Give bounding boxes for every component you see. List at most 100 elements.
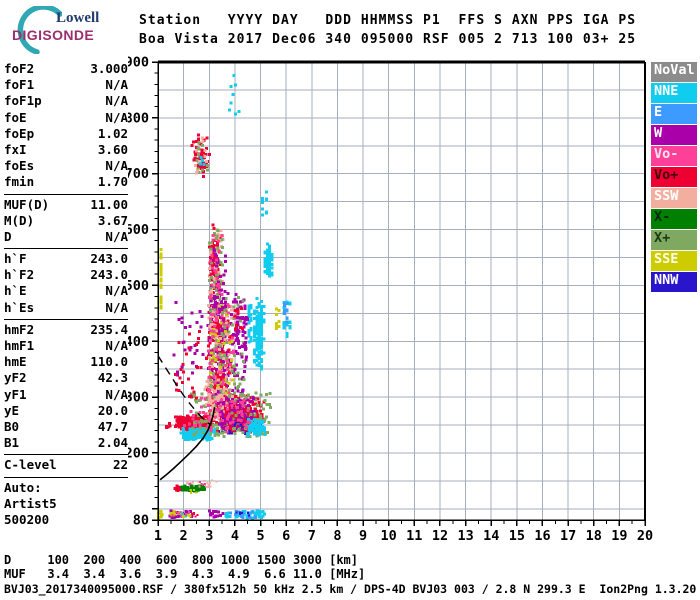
param-value: N/A [105, 338, 128, 353]
param-label: MUF(D) [4, 196, 50, 212]
param-value: N/A [105, 77, 128, 93]
param-row-foep: foEp 1.02 [4, 126, 128, 142]
param-label: B1 [4, 435, 20, 451]
param-label: h`F2 [4, 267, 35, 283]
param-row-b1: B1 2.04 [4, 435, 128, 451]
svg-text:4: 4 [231, 528, 239, 544]
distance-row: D 100 200 400 600 800 1000 1500 3000 [km… [4, 553, 359, 567]
param-value: 47.7 [97, 418, 128, 434]
param-row-md: M(D) 3.67 [4, 213, 128, 229]
svg-text:5: 5 [256, 528, 264, 544]
svg-text:16: 16 [534, 528, 550, 544]
param-value: 3.67 [97, 212, 128, 228]
param-value: N/A [105, 109, 128, 125]
param-value: 1.70 [97, 174, 128, 190]
svg-text:700: 700 [128, 166, 149, 182]
param-label: yE [4, 402, 20, 418]
param-label: h`Es [4, 299, 35, 315]
svg-text:10: 10 [381, 528, 397, 544]
param-row-fxi: fxI 3.60 [4, 142, 128, 158]
param-value: 243.0 [90, 267, 128, 283]
param-label: yF2 [4, 370, 27, 386]
param-group: foF2 3.000 foF1 N/A foF1p N/A foE N/A foEp 1.02 fx… [4, 59, 128, 195]
param-label: h`F [4, 251, 27, 267]
legend-item-nnw: NNW [651, 272, 697, 292]
legend-item-x: X+ [651, 230, 697, 250]
param-value: 22 [112, 457, 128, 473]
param-value: N/A [105, 283, 128, 299]
lowell-digisonde-logo: Lowell DIGISONDE [8, 4, 133, 54]
plot-axes [152, 60, 646, 526]
file-info-row: BVJ03_2017340095000.RSF / 380fx512h 50 k… [4, 582, 697, 596]
param-row-mufd: MUF(D) 11.00 [4, 197, 128, 213]
param-value: 1.02 [97, 125, 128, 141]
svg-text:18: 18 [586, 528, 602, 544]
grid-lines [157, 62, 646, 520]
logo-digisonde-text: DIGISONDE [12, 27, 95, 43]
svg-text:400: 400 [128, 334, 149, 350]
param-label: Auto: [4, 479, 42, 495]
axis-tick-labels: 900800700600500400300200801 2 3 4 5 6 7 8 9 10 11 1… [128, 55, 653, 545]
param-row-fof1p: foF1p N/A [4, 93, 128, 109]
param-label: B0 [4, 418, 20, 434]
param-row-clevel: C-level 22 [4, 457, 128, 473]
svg-text:500: 500 [128, 278, 149, 294]
svg-text:300: 300 [128, 390, 149, 406]
param-group: h`F 243.0 h`F2 243.0 h`E N/A h`Es N/A [4, 249, 128, 320]
param-label: C-level [4, 457, 57, 473]
legend-item-nne: NNE [651, 83, 697, 103]
svg-text:8: 8 [333, 528, 341, 544]
param-row-hf2: h`F2 243.0 [4, 267, 128, 283]
doppler-direction-legend: NoVal NNE E W Vo- Vo+ SSW X- X+ SSE NNW [651, 62, 697, 293]
param-row-yf1: yF1 N/A [4, 387, 128, 403]
param-group: Auto: Artist5 500200 [4, 478, 128, 532]
svg-text:6: 6 [282, 528, 290, 544]
param-label: Artist5 [4, 495, 57, 511]
param-row-500200: 500200 [4, 512, 128, 528]
svg-text:9: 9 [359, 528, 367, 544]
param-label: foF1 [4, 77, 35, 93]
legend-item-w: W [651, 125, 697, 145]
param-label: yF1 [4, 386, 27, 402]
svg-text:1: 1 [154, 528, 162, 544]
param-value: 11.00 [90, 196, 128, 212]
svg-text:15: 15 [509, 528, 525, 544]
svg-text:19: 19 [611, 528, 627, 544]
param-row-hmf2: hmF2 235.4 [4, 322, 128, 338]
param-value: 42.3 [97, 370, 128, 386]
param-value: N/A [105, 299, 128, 315]
param-value: 2.04 [97, 435, 128, 451]
legend-item-noval: NoVal [651, 62, 697, 82]
svg-text:900: 900 [128, 55, 149, 71]
legend-item-x: X- [651, 209, 697, 229]
svg-text:13: 13 [457, 528, 473, 544]
param-label: foEs [4, 158, 35, 174]
param-row-foes: foEs N/A [4, 158, 128, 174]
legend-item-vo: Vo- [651, 146, 697, 166]
legend-item-ssw: SSW [651, 188, 697, 208]
param-label: foEp [4, 125, 35, 141]
param-value: 3.60 [97, 141, 128, 157]
param-value: 20.0 [97, 402, 128, 418]
param-label: foF1p [4, 93, 42, 109]
muf-row: MUF 3.4 3.4 3.6 3.9 4.3 4.9 6.6 11.0 [MH… [4, 567, 366, 581]
svg-text:11: 11 [406, 528, 422, 544]
param-row-foe: foE N/A [4, 110, 128, 126]
ionogram-viewer: Lowell DIGISONDE Station YYYY DAY DDD HH… [0, 0, 700, 600]
param-label: D [4, 228, 12, 244]
svg-text:200: 200 [128, 445, 149, 461]
svg-text:20: 20 [637, 528, 653, 544]
svg-text:80: 80 [133, 513, 149, 529]
param-row-artist5: Artist5 [4, 496, 128, 512]
param-value: N/A [105, 228, 128, 244]
param-label: fmin [4, 174, 35, 190]
svg-text:600: 600 [128, 222, 149, 238]
param-value: 110.0 [90, 354, 128, 370]
legend-item-sse: SSE [651, 251, 697, 271]
svg-text:17: 17 [560, 528, 576, 544]
param-value: N/A [105, 93, 128, 109]
svg-text:12: 12 [432, 528, 448, 544]
param-value: 3.000 [90, 61, 128, 76]
param-row-fof2: foF2 3.000 [4, 61, 128, 77]
param-value: 235.4 [90, 321, 128, 337]
